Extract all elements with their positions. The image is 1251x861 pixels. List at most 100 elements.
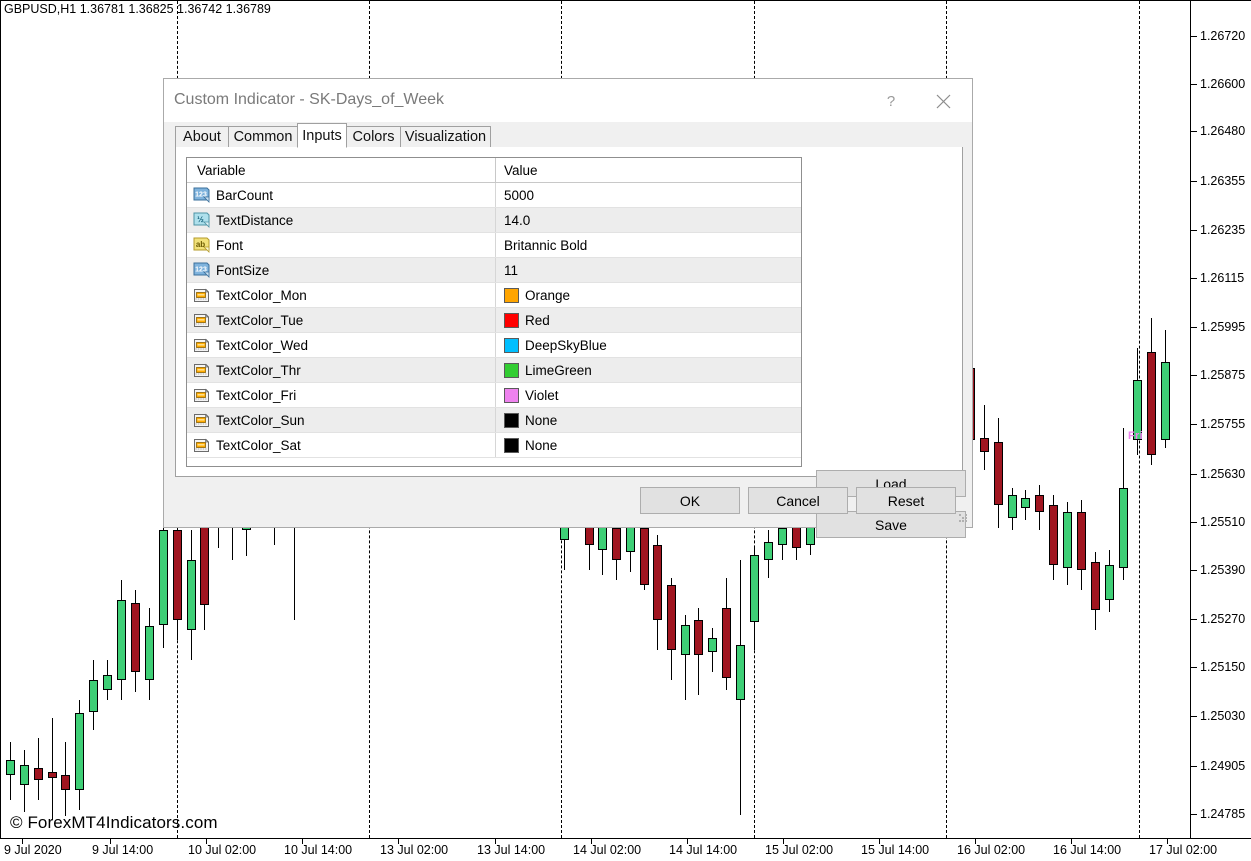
variable-cell[interactable]: abFont [187,233,496,257]
cancel-button[interactable]: Cancel [748,487,848,514]
price-tick-label: 1.25390 [1200,563,1245,577]
price-tick [1191,570,1197,571]
chart-left-border [0,0,1,838]
candle-body [1035,495,1044,512]
candle-body [708,638,717,652]
value-cell[interactable]: Orange [496,283,801,307]
close-icon[interactable] [920,79,966,123]
candle-body [159,530,168,625]
tab-colors[interactable]: Colors [346,126,401,148]
grip-dot [965,517,967,519]
price-tick [1191,716,1197,717]
variable-cell[interactable]: 123BarCount [187,183,496,207]
variable-cell[interactable]: TextColor_Sun [187,408,496,432]
candle-body [598,525,607,550]
price-tick-label: 1.25150 [1200,660,1245,674]
candle-body [75,713,84,790]
tab-inputs[interactable]: Inputs [297,123,347,148]
ok-button[interactable]: OK [640,487,740,514]
help-icon[interactable]: ? [868,79,914,123]
tab-visualization[interactable]: Visualization [400,126,491,148]
reset-button[interactable]: Reset [856,487,956,514]
color-swatch [504,313,519,328]
custom-indicator-dialog[interactable]: Custom Indicator - SK-Days_of_Week ? Abo… [163,78,973,528]
table-row[interactable]: TextColor_Thr LimeGreen [187,358,801,383]
value-cell[interactable]: 11 [496,258,801,282]
variable-cell[interactable]: ½TextDistance [187,208,496,232]
variable-cell[interactable]: TextColor_Sat [187,433,496,457]
variable-cell[interactable]: TextColor_Mon [187,283,496,307]
column-header-variable: Variable [187,158,496,182]
inputs-table[interactable]: VariableValue123BarCount5000½TextDistanc… [186,157,802,467]
variable-cell[interactable]: TextColor_Tue [187,308,496,332]
table-row[interactable]: TextColor_TueRed [187,308,801,333]
variable-cell[interactable]: TextColor_Thr [187,358,496,382]
value-cell[interactable]: None [496,408,801,432]
chart-price-axis-line [1190,0,1191,838]
value-cell[interactable]: 5000 [496,183,801,207]
time-tick-label: 14 Jul 14:00 [669,843,737,857]
table-row[interactable]: ½TextDistance 14.0 [187,208,801,233]
tab-label: Common [234,129,293,145]
resize-grip[interactable] [959,514,969,524]
price-tick-label: 1.26235 [1200,223,1245,237]
candle-body [640,528,649,585]
variable-name: TextColor_Fri [216,388,296,403]
table-row[interactable]: 123FontSize11 [187,258,801,283]
value-text: 14.0 [504,213,530,228]
value-cell[interactable]: DeepSkyBlue [496,333,801,357]
price-tick [1191,474,1197,475]
tab-about[interactable]: About [175,126,229,148]
price-tick [1191,84,1197,85]
svg-text:123: 123 [195,266,207,273]
table-row[interactable]: abFontBritannic Bold [187,233,801,258]
candle-body [103,675,112,690]
candle-body [89,680,98,712]
time-tick-label: 13 Jul 14:00 [477,843,545,857]
price-tick-label: 1.25755 [1200,417,1245,431]
color-swatch [504,388,519,403]
color-swatch [504,288,519,303]
value-cell[interactable]: Britannic Bold [496,233,801,257]
table-row[interactable]: TextColor_Fri Violet [187,383,801,408]
candle-body [173,530,182,620]
price-tick [1191,424,1197,425]
grip-dot [959,520,961,522]
tab-common[interactable]: Common [228,126,298,148]
value-text: LimeGreen [525,363,592,378]
price-tick-label: 1.25030 [1200,709,1245,723]
tab-label: About [183,129,221,145]
table-row[interactable]: TextColor_Sat None [187,433,801,458]
value-cell[interactable]: LimeGreen [496,358,801,382]
candle-body [1077,512,1086,570]
table-row[interactable]: TextColor_WedDeepSkyBlue [187,333,801,358]
value-cell[interactable]: None [496,433,801,457]
value-cell[interactable]: Violet [496,383,801,407]
price-tick-label: 1.26115 [1200,271,1244,285]
variable-name: TextColor_Thr [216,363,301,378]
price-tick [1191,327,1197,328]
price-tick [1191,36,1197,37]
variable-name: TextColor_Sat [216,438,301,453]
value-cell[interactable]: 14.0 [496,208,801,232]
table-row[interactable]: TextColor_SunNone [187,408,801,433]
price-tick [1191,230,1197,231]
dialog-titlebar[interactable]: Custom Indicator - SK-Days_of_Week ? [164,79,972,123]
save-button[interactable]: Save [816,511,966,538]
candle-body [694,620,703,655]
table-row[interactable]: 123BarCount5000 [187,183,801,208]
variable-cell[interactable]: 123FontSize [187,258,496,282]
value-cell[interactable]: Red [496,308,801,332]
color-icon [193,362,210,379]
candle-body [750,555,759,622]
variable-cell[interactable]: TextColor_Fri [187,383,496,407]
table-row[interactable]: TextColor_MonOrange [187,283,801,308]
price-tick [1191,766,1197,767]
price-tick [1191,181,1197,182]
value-text: Violet [525,388,559,403]
dialog-tab-strip[interactable]: About CommonInputsColorsVisualization [175,126,963,148]
dialog-title: Custom Indicator - SK-Days_of_Week [174,91,444,109]
price-tick [1191,131,1197,132]
color-swatch [504,338,519,353]
variable-cell[interactable]: TextColor_Wed [187,333,496,357]
